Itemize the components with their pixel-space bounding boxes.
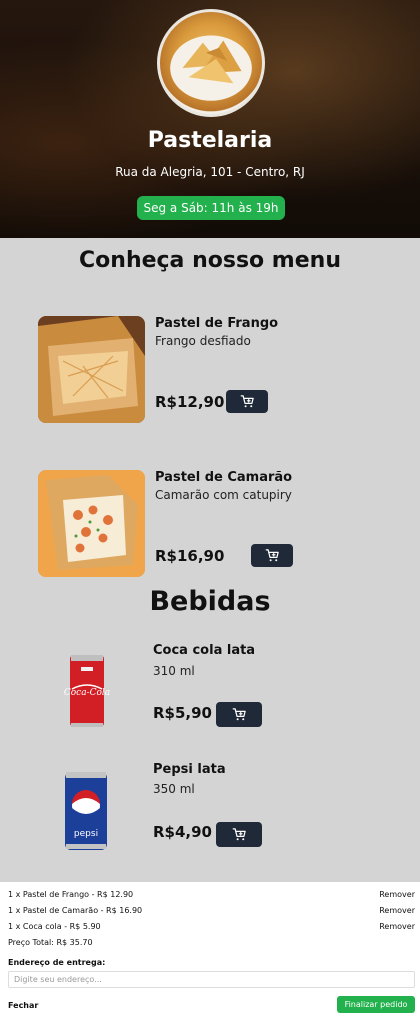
cart-panel: 1 x Pastel de Frango - R$ 12.90 Remover … (0, 882, 420, 1020)
drink-item-price: R$5,90 (153, 704, 212, 722)
address-label: Endereço de entrega: (8, 958, 106, 967)
cart-line-text: 1 x Pastel de Frango - R$ 12.90 (8, 890, 134, 899)
hero-banner: Pastelaria Rua da Alegria, 101 - Centro,… (0, 0, 420, 238)
menu-item-name: Pastel de Camarão (155, 470, 293, 485)
cart-plus-icon (232, 828, 246, 841)
pastel-frango-image (38, 316, 145, 423)
svg-text:pepsi: pepsi (74, 829, 98, 839)
add-to-cart-button[interactable] (251, 544, 293, 567)
drink-item-name: Coca cola lata (153, 643, 256, 658)
menu-item-price: R$16,90 (155, 547, 225, 565)
pastel-camarao-image (38, 470, 145, 577)
cart-line-text: 1 x Coca cola - R$ 5.90 (8, 922, 101, 931)
pepsi-can-image: pepsi (35, 762, 142, 869)
address-input[interactable] (8, 971, 415, 988)
cart-plus-icon (240, 395, 254, 408)
drink-item-description: 310 ml (153, 664, 195, 678)
remove-item-button[interactable]: Remover (379, 906, 415, 915)
drink-item-price: R$4,90 (153, 823, 212, 841)
add-to-cart-button[interactable] (226, 390, 268, 413)
cart-plus-icon (265, 549, 279, 562)
finish-order-button[interactable]: Finalizar pedido (337, 996, 415, 1013)
opening-hours-badge: Seg a Sáb: 11h às 19h (137, 196, 285, 220)
remove-item-button[interactable]: Remover (379, 890, 415, 899)
store-address: Rua da Alegria, 101 - Centro, RJ (115, 165, 305, 179)
menu-item-name: Pastel de Frango (155, 316, 279, 331)
pastel-plate-image (170, 35, 252, 101)
cart-plus-icon (232, 708, 246, 721)
store-name: Pastelaria (147, 128, 273, 153)
close-cart-button[interactable]: Fechar (8, 1001, 38, 1010)
cart-line-text: 1 x Pastel de Camarão - R$ 16.90 (8, 906, 143, 915)
menu-item-description: Frango desfiado (155, 334, 251, 348)
svg-text:Coca-Cola: Coca-Cola (64, 688, 110, 698)
store-logo (157, 9, 265, 117)
menu-item-description: Camarão com catupiry (155, 488, 292, 502)
cart-line: 1 x Coca cola - R$ 5.90 Remover (8, 922, 415, 936)
coca-cola-can-image: Coca-Cola (35, 643, 142, 750)
menu-section-title: Conheça nosso menu (79, 248, 341, 273)
menu-item-price: R$12,90 (155, 393, 225, 411)
cart-total: Preço Total: R$ 35.70 (8, 938, 93, 947)
drinks-section-title: Bebidas (149, 586, 271, 617)
drink-item-name: Pepsi lata (153, 762, 226, 777)
add-to-cart-button[interactable] (216, 702, 262, 727)
remove-item-button[interactable]: Remover (379, 922, 415, 931)
drink-item-description: 350 ml (153, 782, 195, 796)
add-to-cart-button[interactable] (216, 822, 262, 847)
cart-line: 1 x Pastel de Frango - R$ 12.90 Remover (8, 890, 415, 904)
cart-line: 1 x Pastel de Camarão - R$ 16.90 Remover (8, 906, 415, 920)
